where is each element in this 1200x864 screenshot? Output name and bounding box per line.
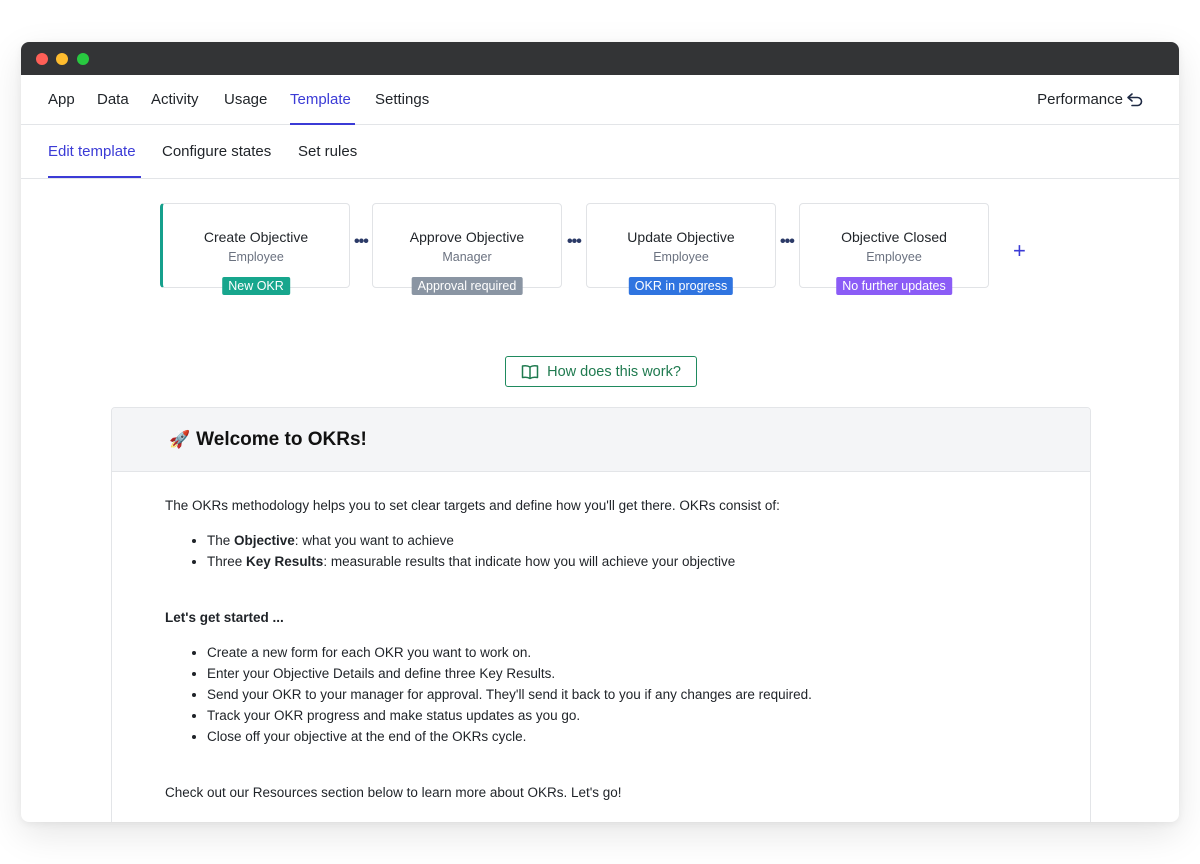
welcome-header: 🚀 Welcome to OKRs! <box>112 408 1090 472</box>
okr-parts-list: The Objective: what you want to achieve … <box>165 530 1090 572</box>
nav-item-app[interactable]: App <box>48 91 75 108</box>
state-role: Employee <box>653 250 709 264</box>
undo-arrow-icon[interactable] <box>1126 92 1144 108</box>
sub-nav: Edit template Configure states Set rules <box>21 125 1179 179</box>
intro-text: The OKRs methodology helps you to set cl… <box>165 498 780 513</box>
key-results-term: Key Results <box>246 554 324 569</box>
state-card-approve-objective[interactable]: Approve Objective Manager Approval requi… <box>372 203 562 295</box>
close-window-button[interactable] <box>36 53 48 65</box>
top-nav: App Data Activity Usage Template Setting… <box>21 75 1179 125</box>
objective-term: Objective <box>234 533 295 548</box>
state-badge: New OKR <box>222 277 290 295</box>
how-does-this-work-button[interactable]: How does this work? <box>505 356 697 387</box>
state-card-create-objective[interactable]: Create Objective Employee New OKR <box>160 203 350 295</box>
nav-item-usage[interactable]: Usage <box>224 91 267 108</box>
state-badge: No further updates <box>836 277 952 295</box>
list-item: Send your OKR to your manager for approv… <box>207 684 1090 705</box>
nav-item-activity[interactable]: Activity <box>151 91 199 108</box>
state-badge: OKR in progress <box>628 277 734 295</box>
state-badge: Approval required <box>411 277 523 295</box>
state-title: Objective Closed <box>841 229 947 245</box>
open-book-icon <box>521 364 539 379</box>
outro-text: Check out our Resources section below to… <box>165 785 622 800</box>
getting-started-heading: Let's get started ... <box>165 610 284 625</box>
welcome-title: Welcome to OKRs! <box>196 428 367 450</box>
subnav-active-indicator <box>48 176 141 178</box>
performance-link[interactable]: Performance <box>1037 91 1123 108</box>
list-item: Track your OKR progress and make status … <box>207 705 1090 726</box>
welcome-body: The OKRs methodology helps you to set cl… <box>112 472 1090 803</box>
tab-set-rules[interactable]: Set rules <box>298 143 357 160</box>
nav-item-template[interactable]: Template <box>290 91 351 108</box>
state-role: Employee <box>866 250 922 264</box>
maximize-window-button[interactable] <box>77 53 89 65</box>
app-window: App Data Activity Usage Template Setting… <box>21 42 1179 822</box>
state-title: Approve Objective <box>409 229 525 245</box>
state-title: Create Objective <box>203 229 309 245</box>
state-card-objective-closed[interactable]: Objective Closed Employee No further upd… <box>799 203 989 295</box>
rocket-icon: 🚀 <box>169 429 191 449</box>
list-item: Close off your objective at the end of t… <box>207 726 1090 747</box>
list-item: Three Key Results: measurable results th… <box>207 551 1090 572</box>
state-card-update-objective[interactable]: Update Objective Employee OKR in progres… <box>586 203 776 295</box>
state-connector-menu[interactable]: ••• <box>354 233 369 251</box>
steps-list: Create a new form for each OKR you want … <box>165 642 1090 747</box>
window-titlebar <box>21 42 1179 75</box>
welcome-panel: 🚀 Welcome to OKRs! The OKRs methodology … <box>111 407 1091 822</box>
state-connector-menu[interactable]: ••• <box>567 233 582 251</box>
state-connector-menu[interactable]: ••• <box>780 233 795 251</box>
nav-item-data[interactable]: Data <box>97 91 129 108</box>
add-state-button[interactable]: + <box>1013 238 1026 264</box>
state-role: Manager <box>442 250 492 264</box>
tab-edit-template[interactable]: Edit template <box>48 143 136 160</box>
list-item: Create a new form for each OKR you want … <box>207 642 1090 663</box>
minimize-window-button[interactable] <box>56 53 68 65</box>
list-item: Enter your Objective Details and define … <box>207 663 1090 684</box>
list-item: The Objective: what you want to achieve <box>207 530 1090 551</box>
state-role: Employee <box>228 250 284 264</box>
help-button-label: How does this work? <box>547 363 681 380</box>
tab-configure-states[interactable]: Configure states <box>162 143 271 160</box>
state-title: Update Objective <box>627 229 735 245</box>
nav-item-settings[interactable]: Settings <box>375 91 429 108</box>
